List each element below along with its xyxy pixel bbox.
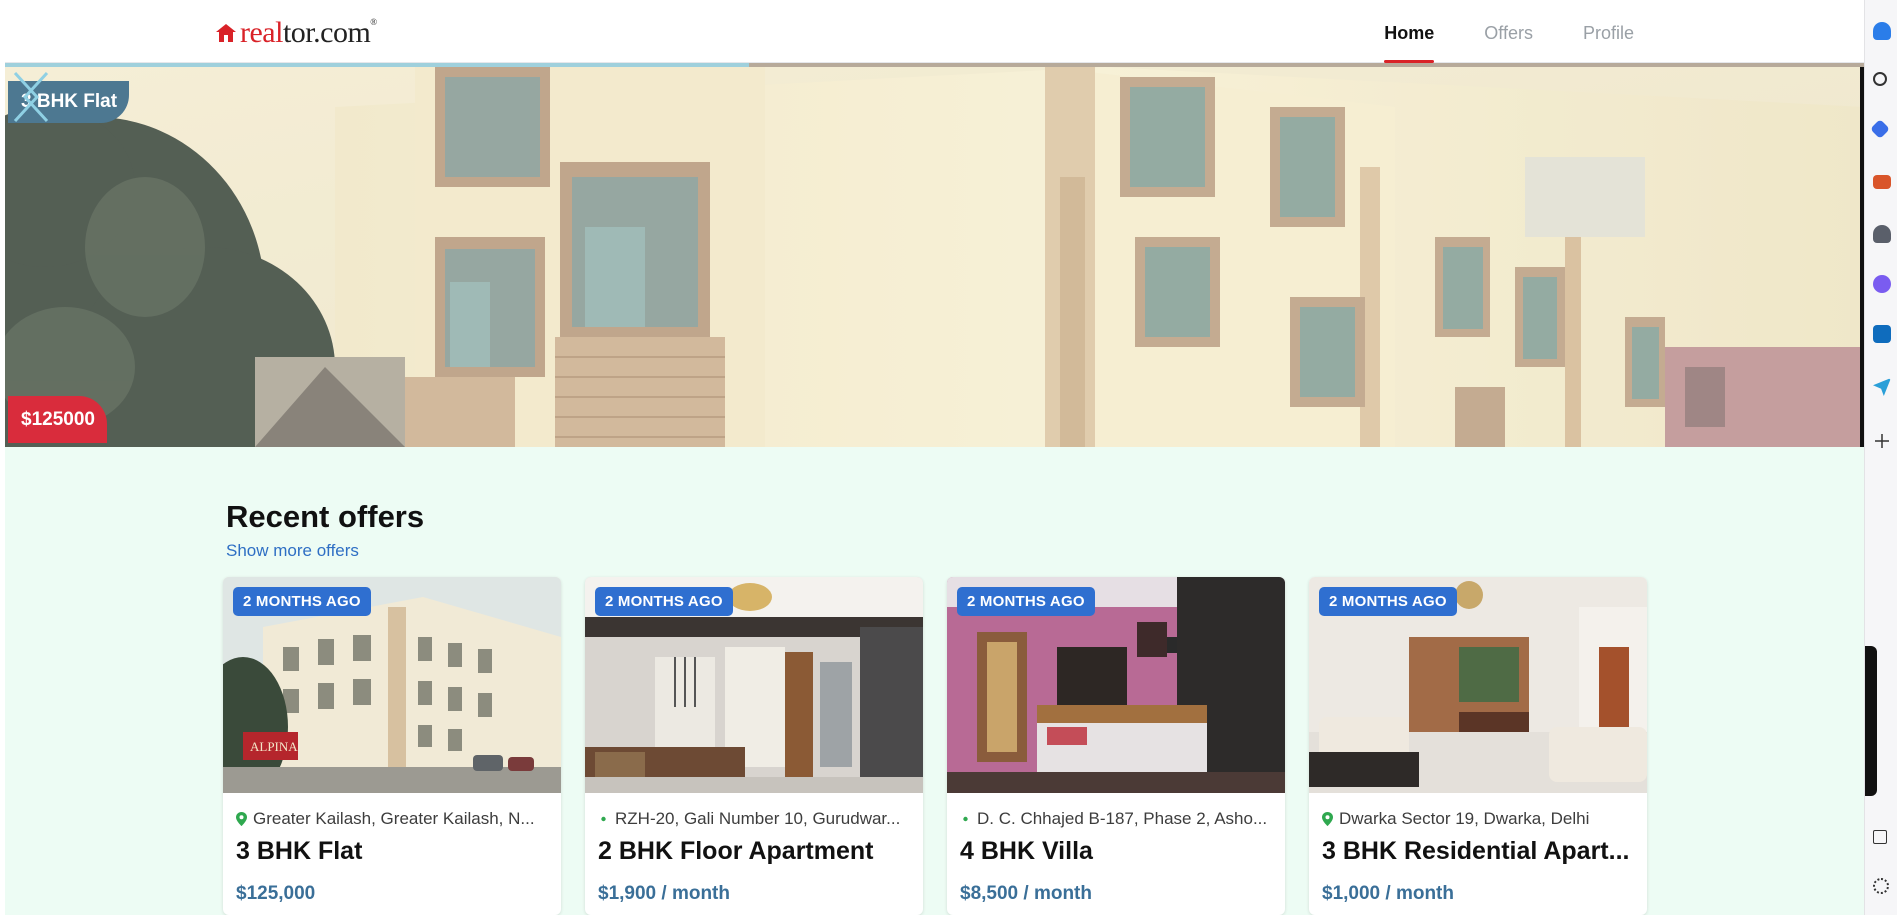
offer-title: 4 BHK Villa (960, 837, 1093, 865)
hero-building-image (5, 67, 1864, 447)
nav-offers[interactable]: Offers (1459, 4, 1558, 63)
offer-title: 2 BHK Floor Apartment (598, 837, 874, 865)
hero-carousel: 3 BHK Flat $125000 (5, 67, 1864, 447)
location-pin-icon (1322, 812, 1333, 826)
plus-icon[interactable] (1873, 432, 1891, 450)
posted-time-badge: 2 MONTHS AGO (957, 587, 1095, 616)
offer-title: 3 BHK Residential Apart... (1322, 837, 1630, 865)
hero-price-badge: $125000 (8, 396, 107, 443)
offer-card[interactable]: 2 MONTHS AGO RZH-20, Gali Number 10, Gur… (585, 577, 923, 915)
search-icon[interactable] (1873, 72, 1887, 86)
offer-price: $125,000 (236, 883, 316, 904)
offer-price: $1,000 / month (1322, 883, 1454, 904)
offer-location: D. C. Chhajed B-187, Phase 2, Asho... (960, 809, 1278, 829)
location-pin-icon (601, 816, 606, 822)
recent-offers-section: Recent offers Show more offers ALPINA 2 … (5, 447, 1864, 915)
offer-location-text: Dwarka Sector 19, Dwarka, Delhi (1339, 809, 1590, 828)
offer-card[interactable]: ALPINA 2 MONTHS AGO Greater Kailash, Gre… (223, 577, 561, 915)
offer-location-text: Greater Kailash, Greater Kailash, N... (253, 809, 535, 828)
copilot-icon[interactable] (1873, 275, 1891, 293)
offer-title: 3 BHK Flat (236, 837, 363, 865)
offer-price: $1,900 / month (598, 883, 730, 904)
location-pin-icon (236, 812, 247, 826)
offer-location-text: RZH-20, Gali Number 10, Gurudwar... (615, 809, 901, 828)
logo-wordmark: realtor.com® (240, 16, 377, 49)
posted-time-badge: 2 MONTHS AGO (233, 587, 371, 616)
svg-text:ALPINA: ALPINA (250, 739, 298, 754)
briefcase-icon[interactable] (1873, 175, 1891, 189)
offer-card[interactable]: 2 MONTHS AGO Dwarka Sector 19, Dwarka, D… (1309, 577, 1647, 915)
outlook-icon[interactable] (1873, 325, 1891, 343)
house-logo-icon (216, 24, 236, 42)
offer-card[interactable]: 2 MONTHS AGO D. C. Chhajed B-187, Phase … (947, 577, 1285, 915)
page: realtor.com® Home Offers Profile 3 BHK F… (0, 0, 1864, 915)
offer-photo: 2 MONTHS AGO (585, 577, 923, 793)
show-more-offers-link[interactable]: Show more offers (226, 541, 359, 561)
offer-price: $8,500 / month (960, 883, 1092, 904)
person-icon[interactable] (1873, 225, 1891, 243)
tray-panel (1865, 646, 1877, 796)
offer-photo: 2 MONTHS AGO (947, 577, 1285, 793)
diamond-icon[interactable] (1870, 119, 1890, 139)
window-icon[interactable] (1873, 830, 1887, 844)
send-icon[interactable] (1873, 378, 1891, 396)
top-navbar: realtor.com® Home Offers Profile (5, 4, 1864, 63)
nav-profile[interactable]: Profile (1558, 4, 1659, 63)
posted-time-badge: 2 MONTHS AGO (1319, 587, 1457, 616)
nav-home[interactable]: Home (1359, 4, 1459, 63)
main-nav: Home Offers Profile (1359, 4, 1659, 63)
offer-photo: ALPINA 2 MONTHS AGO (223, 577, 561, 793)
offer-photo: 2 MONTHS AGO (1309, 577, 1647, 793)
chevron-right-icon[interactable] (5, 67, 45, 127)
bell-icon[interactable] (1873, 22, 1891, 40)
offer-location: Greater Kailash, Greater Kailash, N... (236, 809, 554, 829)
offer-location: Dwarka Sector 19, Dwarka, Delhi (1322, 809, 1640, 829)
offer-location-text: D. C. Chhajed B-187, Phase 2, Asho... (977, 809, 1268, 828)
posted-time-badge: 2 MONTHS AGO (595, 587, 733, 616)
location-pin-icon (963, 816, 968, 822)
section-title: Recent offers (226, 499, 425, 534)
browser-side-rail (1864, 0, 1897, 915)
gear-icon[interactable] (1873, 878, 1889, 894)
realtor-logo[interactable]: realtor.com® (215, 18, 377, 48)
offer-location: RZH-20, Gali Number 10, Gurudwar... (598, 809, 916, 829)
